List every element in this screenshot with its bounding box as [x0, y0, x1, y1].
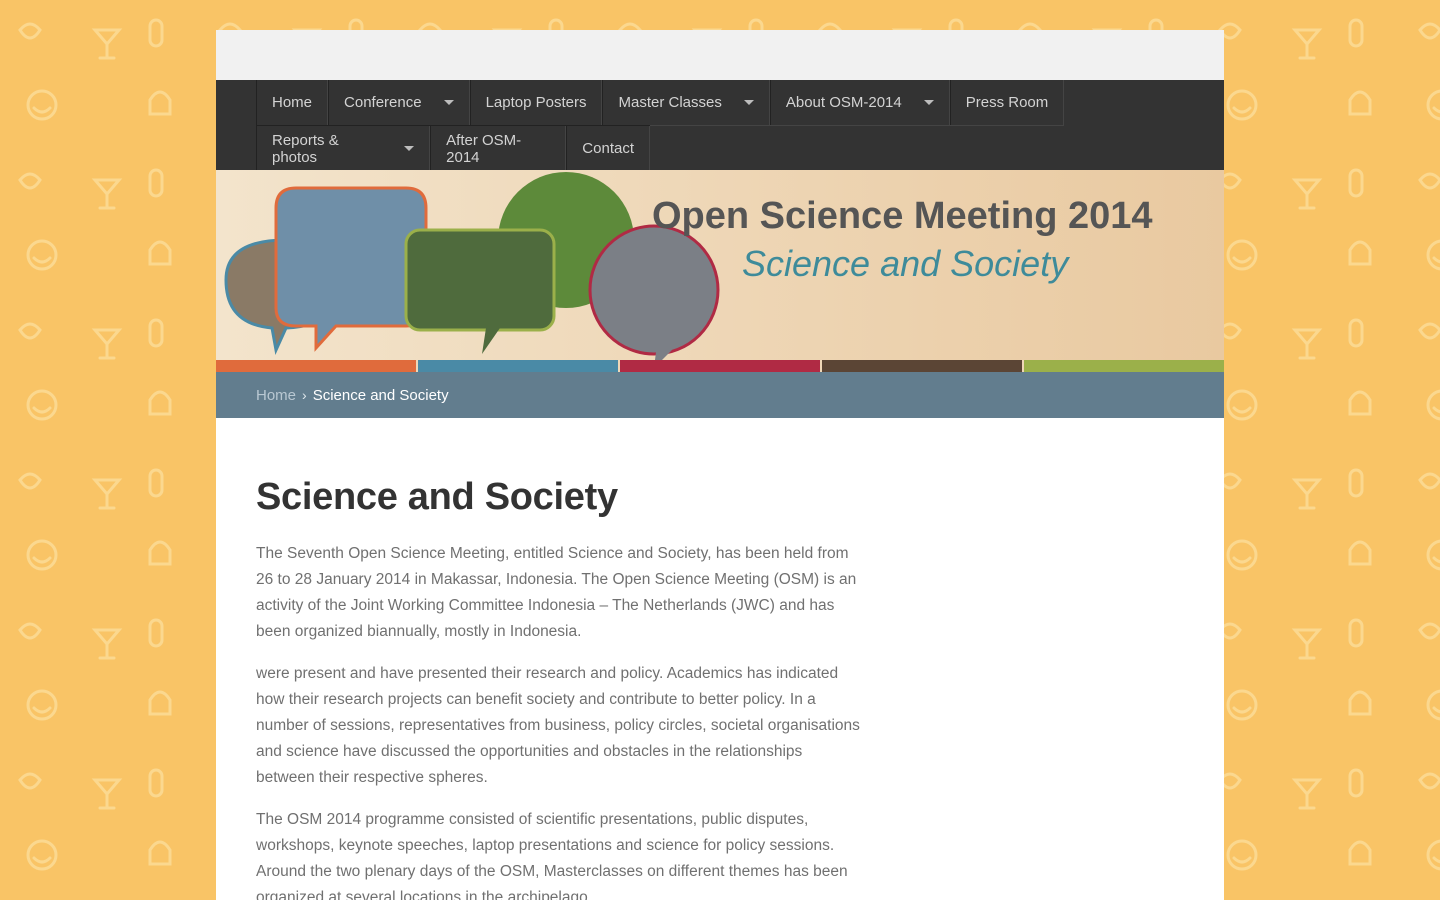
- photo-bubble-lab: [274, 186, 428, 352]
- banner-subtitle: Science and Society: [742, 243, 1070, 284]
- article-paragraph: The OSM 2014 programme consisted of scie…: [256, 811, 848, 900]
- nav-label: After OSM-2014: [446, 131, 522, 166]
- main-navigation: Home Conference Laptop Posters Master Cl…: [216, 80, 1224, 171]
- banner-title: Open Science Meeting 2014: [652, 195, 1153, 237]
- nav-label: Laptop Posters: [485, 94, 587, 111]
- nav-row-2: Reports & photos After OSM-2014 Contact: [256, 125, 650, 171]
- article-content: Science and Society The Seventh Open Sci…: [216, 418, 900, 900]
- breadcrumb-current: Science and Society: [312, 386, 449, 404]
- nav-item-laptop-posters[interactable]: Laptop Posters: [469, 80, 603, 125]
- nav-item-after-osm[interactable]: After OSM-2014: [430, 126, 567, 171]
- nav-label: Conference: [344, 94, 422, 111]
- dropdown-caret-icon: [743, 100, 754, 105]
- article-paragraph: were present and have presented their re…: [256, 665, 860, 786]
- nav-label: Contact: [582, 140, 634, 157]
- breadcrumb-home-link[interactable]: Home: [256, 387, 296, 404]
- nav-label: About OSM-2014: [785, 94, 902, 111]
- nav-item-master-classes[interactable]: Master Classes: [602, 80, 770, 125]
- nav-label: Master Classes: [618, 94, 722, 111]
- page-container: Home Conference Laptop Posters Master Cl…: [216, 30, 1224, 900]
- nav-row-1: Home Conference Laptop Posters Master Cl…: [256, 80, 1065, 126]
- dropdown-caret-icon: [923, 100, 934, 105]
- nav-label: Home: [272, 94, 313, 111]
- nav-item-reports-photos[interactable]: Reports & photos: [256, 126, 431, 171]
- header-banner[interactable]: Open Science Meeting 2014 Science and So…: [216, 170, 1224, 372]
- nav-item-about-osm[interactable]: About OSM-2014: [769, 80, 950, 125]
- nav-label: Press Room: [965, 94, 1049, 111]
- dropdown-caret-icon: [404, 146, 415, 151]
- nav-item-press-room[interactable]: Press Room: [949, 80, 1065, 125]
- breadcrumb: Home › Science and Society: [216, 372, 1224, 418]
- nav-item-home[interactable]: Home: [256, 80, 329, 125]
- dropdown-caret-icon: [443, 100, 454, 105]
- nav-item-conference[interactable]: Conference: [328, 80, 470, 125]
- top-bar: [216, 30, 1224, 80]
- page-title: Science and Society: [256, 476, 618, 518]
- chevron-right-icon: ›: [302, 387, 307, 403]
- nav-item-contact[interactable]: Contact: [566, 126, 650, 171]
- nav-label: Reports & photos: [272, 131, 339, 166]
- article-paragraph: The Seventh Open Science Meeting, entitl…: [256, 545, 857, 640]
